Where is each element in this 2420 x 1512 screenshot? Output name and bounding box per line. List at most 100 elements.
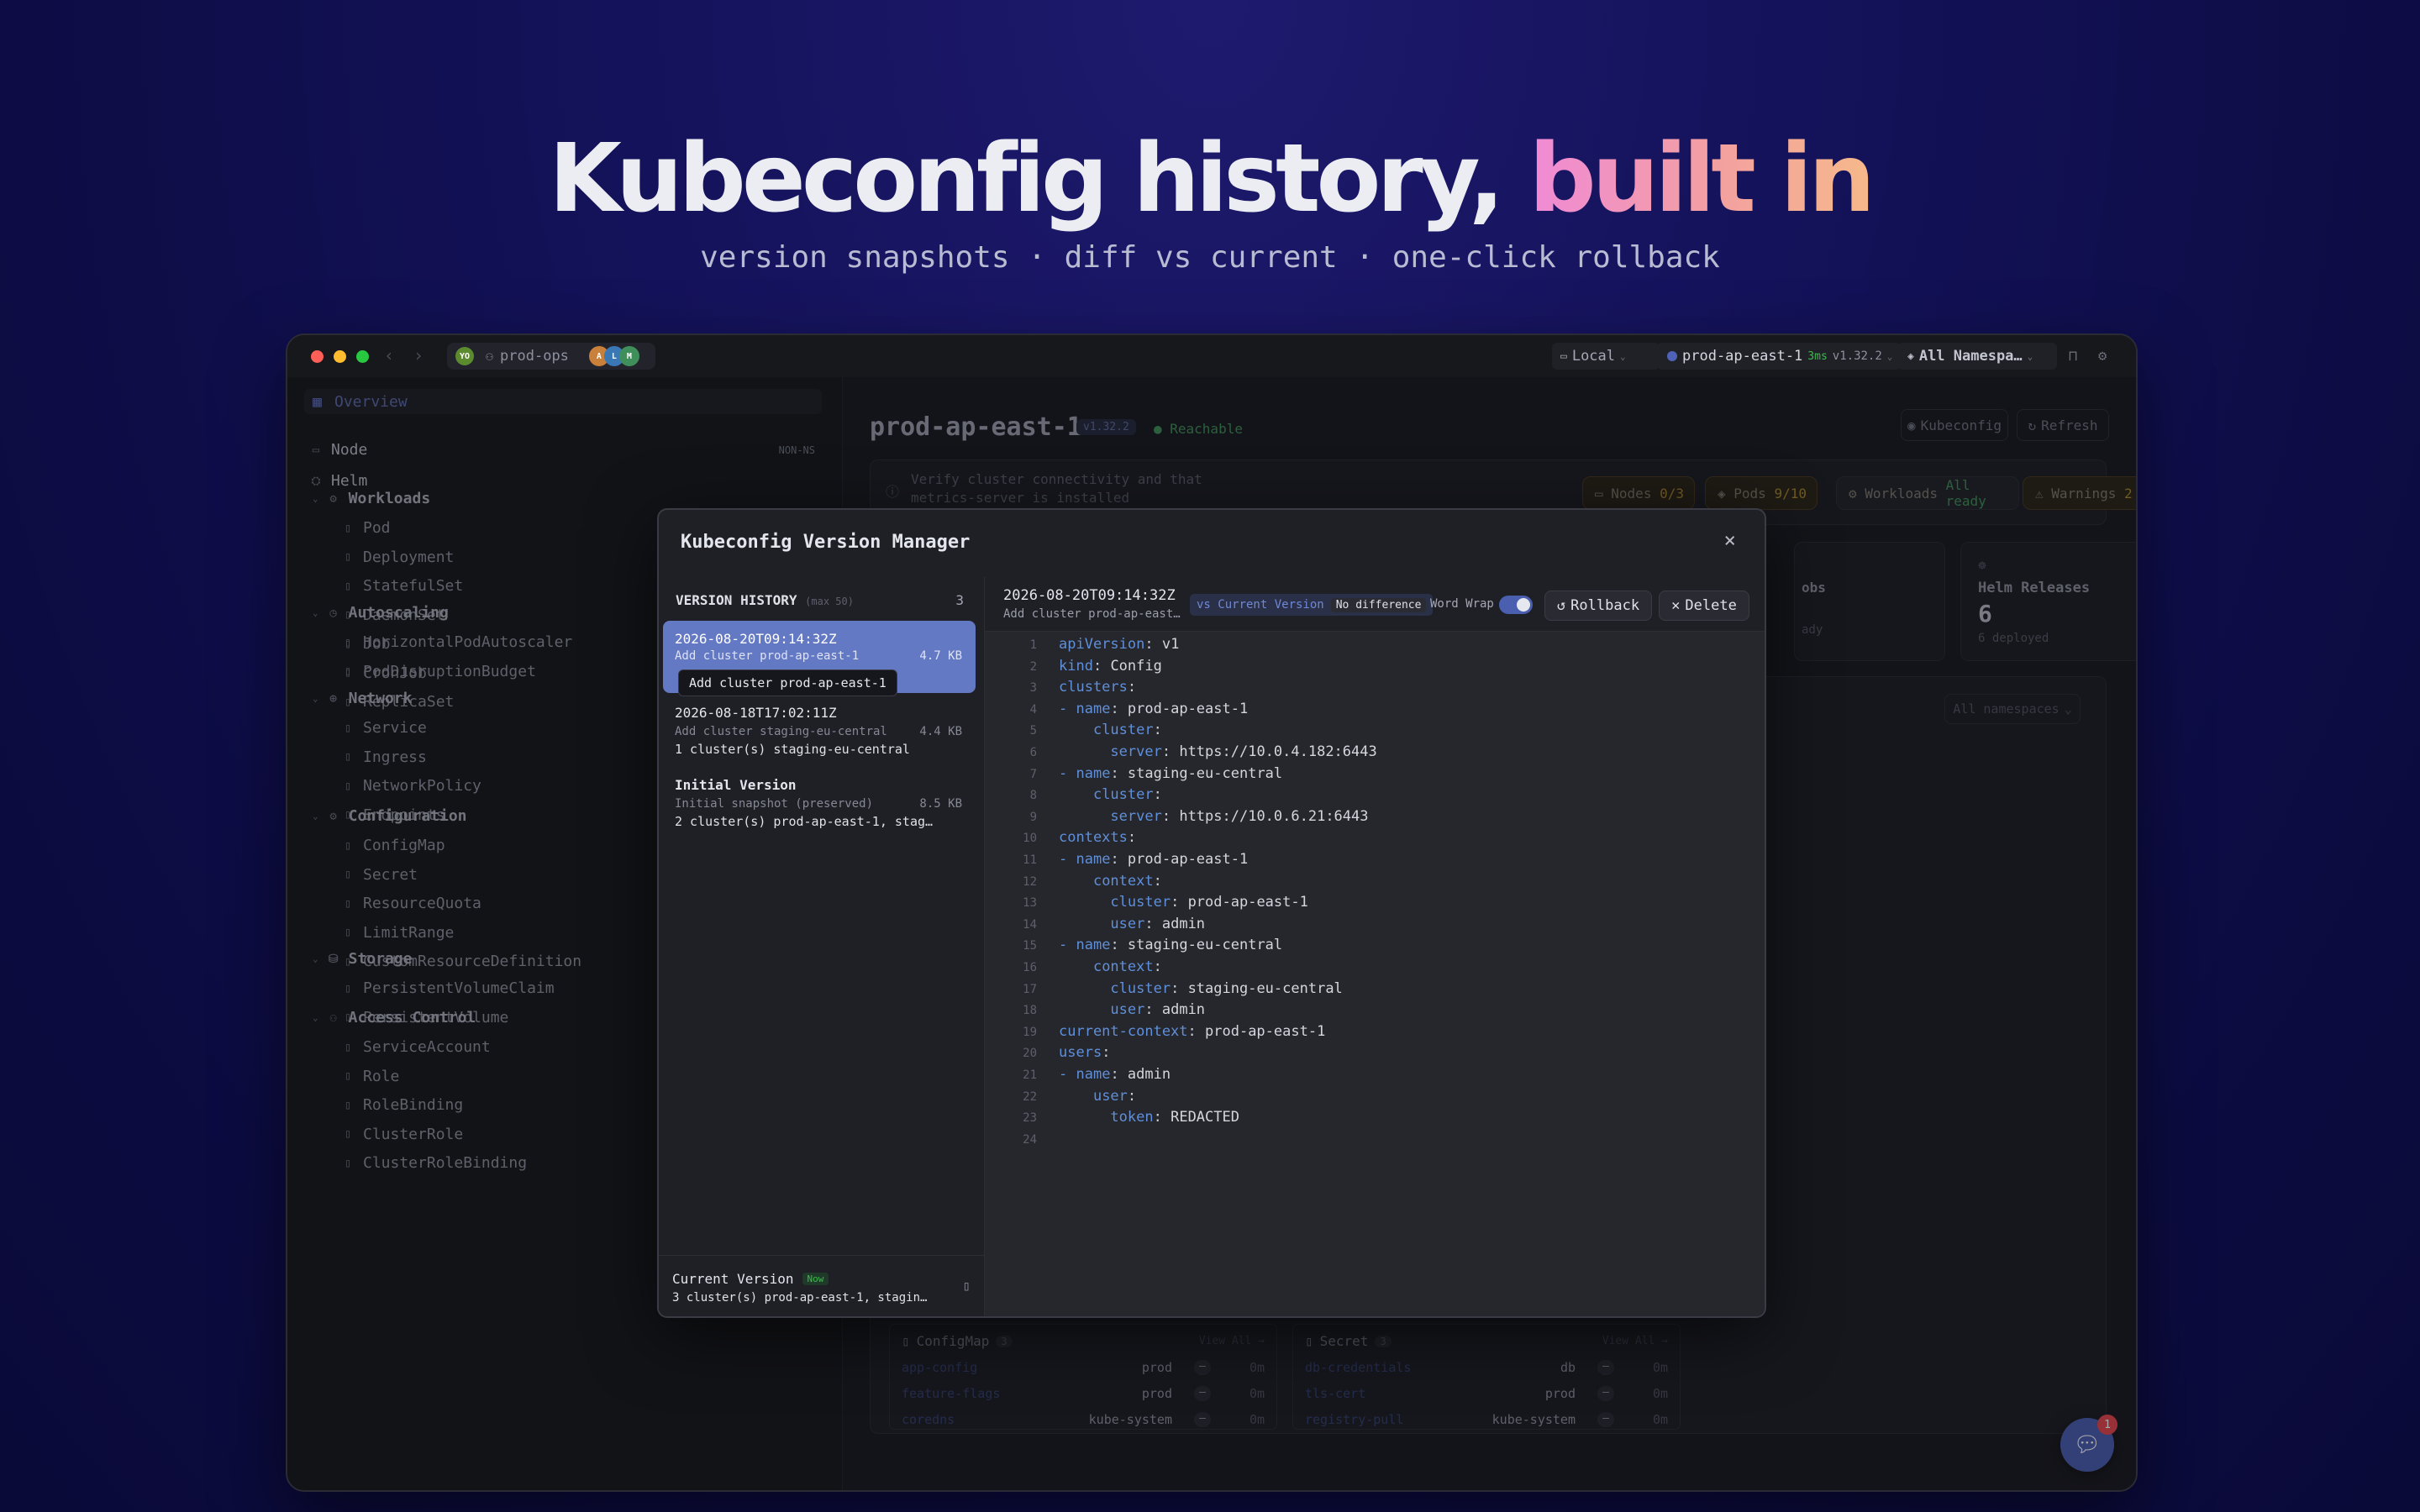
tooltip: Add cluster prod-ap-east-1 [678, 669, 897, 696]
current-version-clusters: 3 cluster(s) prod-ap-east-1, stagin… [672, 1291, 928, 1305]
code-text: cluster: [1092, 722, 1162, 739]
code-text: context: [1092, 872, 1162, 890]
workspace-avatar: YO [455, 347, 474, 365]
code-text: - name: admin [1059, 1066, 1171, 1083]
code-line: 15 - name: staging-eu-central [985, 937, 1282, 958]
code-text: kind: Config [1059, 657, 1162, 675]
code-text: apiVersion: v1 [1059, 636, 1180, 653]
line-number: 17 [1023, 982, 1037, 996]
line-number: 16 [1023, 961, 1037, 974]
version-history-panel: VERSION HISTORY (max 50) 3 2026-08-20T09… [659, 577, 985, 1316]
back-arrow-icon[interactable]: ‹ [384, 345, 394, 365]
line-number: 4 [1029, 702, 1037, 717]
rollback-button[interactable]: ↺ Rollback [1544, 591, 1652, 621]
editor-version-name: 2026-08-20T09:14:32Z [1003, 587, 1176, 604]
code-line: 4 - name: prod-ap-east-1 [985, 701, 1249, 722]
code-line: 24 [985, 1131, 1037, 1152]
code-text: current-context: prod-ap-east-1 [1059, 1022, 1326, 1040]
namespace-label: All Namespa… [1918, 348, 2023, 365]
version-count: 3 [955, 592, 964, 608]
line-number: 8 [1029, 789, 1037, 803]
cluster-selector[interactable]: prod-ap-east-1 3ms v1.32.2 ⌄ [1657, 343, 1901, 370]
version-item-selected[interactable]: 2026-08-20T09:14:32Z Add cluster prod-ap… [663, 621, 976, 696]
gear-icon[interactable]: ⚙ [2098, 343, 2107, 370]
titlebar: ‹ › YO ⚇ prod-ops A L M ▭ Local ⌄ prod-a… [287, 335, 2136, 377]
version-item[interactable]: 2026-08-18T17:02:11Z Add cluster staging… [663, 695, 976, 762]
code-text: server: https://10.0.4.182:6443 [1110, 743, 1377, 760]
code-text: user: [1092, 1087, 1137, 1105]
maximize-window-button[interactable] [356, 350, 369, 363]
word-wrap-toggle[interactable] [1499, 596, 1533, 614]
version-name: 2026-08-20T09:14:32Z [675, 631, 837, 647]
code-line: 17 cluster: staging-eu-central [985, 980, 1343, 1001]
code-line: 5 cluster: [985, 722, 1162, 743]
line-number: 18 [1023, 1004, 1037, 1018]
code-line: 23 token: REDACTED [985, 1109, 1239, 1130]
version-item[interactable]: Initial Version Initial snapshot (preser… [663, 767, 976, 834]
env-selector[interactable]: ▭ Local ⌄ [1552, 343, 1660, 370]
code-line: 8 cluster: [985, 786, 1162, 807]
code-line: 3 clusters: [985, 679, 1137, 700]
line-number: 1 [1029, 638, 1037, 652]
lock-icon[interactable]: ⊓ [2069, 343, 2077, 370]
code-text: context: [1092, 958, 1162, 975]
workspace-switcher[interactable]: YO ⚇ prod-ops A L M [447, 343, 655, 370]
user-icon: ⚇ [486, 349, 494, 364]
minimize-window-button[interactable] [334, 350, 346, 363]
code-text: user: admin [1110, 1001, 1206, 1019]
code-text: cluster: prod-ap-east-1 [1110, 894, 1308, 911]
version-editor: 2026-08-20T09:14:32Z Add cluster prod-ap… [985, 577, 1765, 1316]
code-text: - name: staging-eu-central [1059, 764, 1283, 782]
chevron-down-icon: ⌄ [2027, 350, 2033, 362]
line-number: 7 [1029, 767, 1037, 781]
code-line: 21 - name: admin [985, 1066, 1171, 1087]
code-line: 12 context: [985, 873, 1162, 894]
line-number: 14 [1023, 917, 1037, 932]
version-history-label: VERSION HISTORY (max 50) [676, 592, 854, 608]
code-text: - name: prod-ap-east-1 [1059, 700, 1249, 717]
current-version-item[interactable]: Current Version Now 3 cluster(s) prod-ap… [659, 1255, 984, 1316]
forward-arrow-icon[interactable]: › [413, 345, 424, 365]
diff-indicator: vs Current Version No difference [1190, 594, 1434, 616]
code-text: - name: staging-eu-central [1059, 937, 1283, 954]
delete-button[interactable]: ✕ Delete [1659, 591, 1749, 621]
code-text: cluster: staging-eu-central [1110, 979, 1343, 997]
line-number: 3 [1029, 681, 1037, 696]
cluster-version: v1.32.2 [1832, 349, 1882, 363]
close-icon[interactable]: × [1724, 528, 1736, 552]
code-line: 16 context: [985, 958, 1162, 979]
code-text: user: admin [1110, 915, 1206, 932]
line-number: 10 [1023, 832, 1037, 846]
version-name: Initial Version [675, 777, 797, 793]
version-size: 8.5 KB [919, 797, 962, 811]
editor-toolbar: 2026-08-20T09:14:32Z Add cluster prod-ap… [985, 577, 1765, 632]
code-line: 13 cluster: prod-ap-east-1 [985, 894, 1308, 915]
version-desc: Initial snapshot (preserved) [675, 797, 874, 811]
monitor-icon: ▭ [1560, 349, 1567, 363]
line-number: 24 [1023, 1132, 1037, 1147]
close-window-button[interactable] [311, 350, 324, 363]
file-icon[interactable]: ▯ [962, 1278, 971, 1294]
line-number: 23 [1023, 1111, 1037, 1126]
env-label: Local [1571, 348, 1616, 365]
chevron-down-icon: ⌄ [1886, 350, 1893, 362]
hero-title-accent: built in [1528, 124, 1876, 234]
version-clusters: 1 cluster(s) staging-eu-central [675, 742, 910, 757]
code-view[interactable]: 1 apiVersion: v1 2 kind: Config 3 clusters: 4 -… [985, 636, 1765, 1316]
code-line: 10 contexts: [985, 829, 1136, 850]
namespace-selector[interactable]: ◈ All Namespa… ⌄ [1897, 343, 2057, 370]
line-number: 2 [1029, 659, 1037, 674]
dialog-header: Kubeconfig Version Manager × [659, 510, 1765, 578]
code-text: contexts: [1059, 829, 1137, 847]
code-line: 14 user: admin [985, 916, 1205, 937]
current-version-label: Current Version [672, 1271, 794, 1287]
line-number: 9 [1029, 810, 1037, 824]
code-line: 18 user: admin [985, 1001, 1205, 1022]
line-number: 15 [1023, 939, 1037, 953]
layers-icon: ◈ [1907, 349, 1914, 363]
cluster-latency: 3ms [1807, 349, 1828, 363]
version-clusters: 2 cluster(s) prod-ap-east-1, stag… [675, 814, 934, 829]
version-desc: Add cluster prod-ap-east-1 [675, 649, 860, 663]
line-number: 20 [1023, 1047, 1037, 1061]
line-number: 11 [1023, 853, 1037, 867]
